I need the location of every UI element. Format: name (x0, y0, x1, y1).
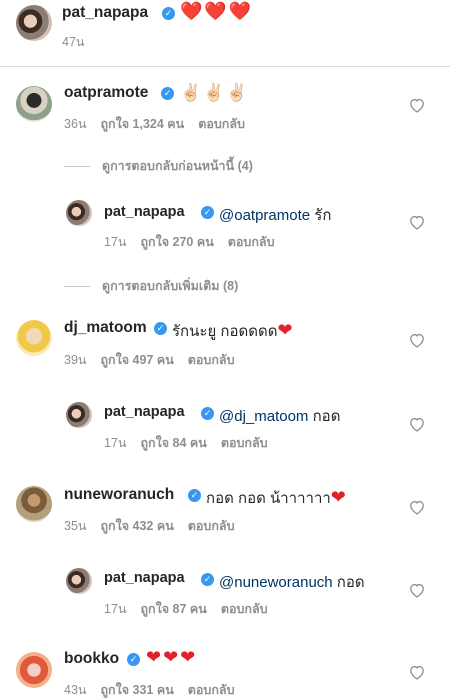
post-time: 47น (62, 35, 85, 49)
reply-button[interactable]: ตอบกลับ (188, 683, 235, 697)
like-heart-icon[interactable] (408, 582, 426, 598)
likes-count[interactable]: ถูกใจ 84 คน (140, 436, 206, 450)
comment-username[interactable]: nuneworanuch (64, 486, 174, 504)
verified-badge-icon: ✓ (161, 87, 174, 100)
comment-text: ❤❤❤ (146, 647, 198, 667)
like-heart-icon[interactable] (408, 332, 426, 348)
reply-button[interactable]: ตอบกลับ (228, 235, 275, 249)
comment-time: 17น (104, 602, 127, 616)
comment-text: @dj_matoom กอด (219, 408, 341, 425)
avatar[interactable] (16, 652, 52, 688)
comment-time: 17น (104, 235, 127, 249)
comment-meta: 17น ถูกใจ 270 คน ตอบกลับ (104, 232, 289, 252)
reply-button[interactable]: ตอบกลับ (198, 117, 245, 131)
comment-meta: 17น ถูกใจ 84 คน ตอบกลับ (104, 433, 282, 453)
avatar[interactable] (16, 5, 52, 41)
view-more-replies[interactable]: ดูการตอบกลับเพิ่มเติม (8) (64, 276, 238, 296)
comment-text: กอด กอด น้าาาาาา❤ (206, 487, 346, 507)
heart-emoji-icon: ❤ (330, 487, 346, 507)
likes-count[interactable]: ถูกใจ 497 คน (100, 353, 173, 367)
divider-line (64, 286, 90, 288)
post-caption-header: pat_napapa ✓ ❤️❤️❤️ 47น (0, 0, 450, 67)
comment-text: รักนะยู กอดดดด❤ (172, 320, 293, 340)
comment-text: ✌🏻✌🏻✌🏻 (180, 83, 250, 102)
likes-count[interactable]: ถูกใจ 1,324 คน (100, 117, 184, 131)
divider-line (64, 166, 90, 168)
reply-button[interactable]: ตอบกลับ (221, 436, 268, 450)
comment-username[interactable]: dj_matoom (64, 319, 147, 337)
comment-time: 36น (64, 117, 87, 131)
like-heart-icon[interactable] (408, 499, 426, 515)
avatar[interactable] (66, 402, 92, 428)
reply-button[interactable]: ตอบกลับ (221, 602, 268, 616)
caption-text: ❤️❤️❤️ (180, 1, 254, 21)
verified-badge-icon: ✓ (154, 322, 167, 335)
comment-meta: 43น ถูกใจ 331 คน ตอบกลับ (64, 680, 249, 700)
like-heart-icon[interactable] (408, 214, 426, 230)
comment-text: @nuneworanuch กอด (219, 574, 365, 591)
likes-count[interactable]: ถูกใจ 87 คน (140, 602, 206, 616)
verified-badge-icon: ✓ (127, 653, 140, 666)
view-previous-replies[interactable]: ดูการตอบกลับก่อนหน้านี้ (4) (64, 156, 253, 176)
comment-username[interactable]: pat_napapa (104, 204, 185, 220)
comment-username[interactable]: pat_napapa (104, 404, 185, 420)
comment-meta: 36น ถูกใจ 1,324 คน ตอบกลับ (64, 114, 259, 134)
verified-badge-icon: ✓ (188, 489, 201, 502)
comment-text: @oatpramote รัก (219, 207, 332, 224)
reply-button[interactable]: ตอบกลับ (188, 519, 235, 533)
avatar[interactable] (16, 320, 52, 356)
likes-count[interactable]: ถูกใจ 432 คน (100, 519, 173, 533)
verified-badge-icon: ✓ (201, 206, 214, 219)
comment-time: 43น (64, 683, 87, 697)
avatar[interactable] (16, 86, 52, 122)
comment-username[interactable]: bookko (64, 650, 119, 668)
comment-time: 39น (64, 353, 87, 367)
avatar[interactable] (66, 568, 92, 594)
post-username[interactable]: pat_napapa (62, 4, 148, 22)
reply-button[interactable]: ตอบกลับ (188, 353, 235, 367)
verified-badge-icon: ✓ (201, 407, 214, 420)
comment-username[interactable]: pat_napapa (104, 570, 185, 586)
comment-time: 17น (104, 436, 127, 450)
comment-meta: 35น ถูกใจ 432 คน ตอบกลับ (64, 516, 249, 536)
like-heart-icon[interactable] (408, 664, 426, 680)
likes-count[interactable]: ถูกใจ 331 คน (100, 683, 173, 697)
comment-meta: 17น ถูกใจ 87 คน ตอบกลับ (104, 599, 282, 619)
like-heart-icon[interactable] (408, 97, 426, 113)
comment-time: 35น (64, 519, 87, 533)
verified-badge-icon: ✓ (162, 7, 175, 20)
comment-username[interactable]: oatpramote (64, 84, 148, 102)
comment-meta: 39น ถูกใจ 497 คน ตอบกลับ (64, 350, 249, 370)
heart-emoji-icon: ❤ (277, 320, 293, 340)
avatar[interactable] (16, 486, 52, 522)
likes-count[interactable]: ถูกใจ 270 คน (140, 235, 213, 249)
verified-badge-icon: ✓ (201, 573, 214, 586)
like-heart-icon[interactable] (408, 416, 426, 432)
avatar[interactable] (66, 200, 92, 226)
